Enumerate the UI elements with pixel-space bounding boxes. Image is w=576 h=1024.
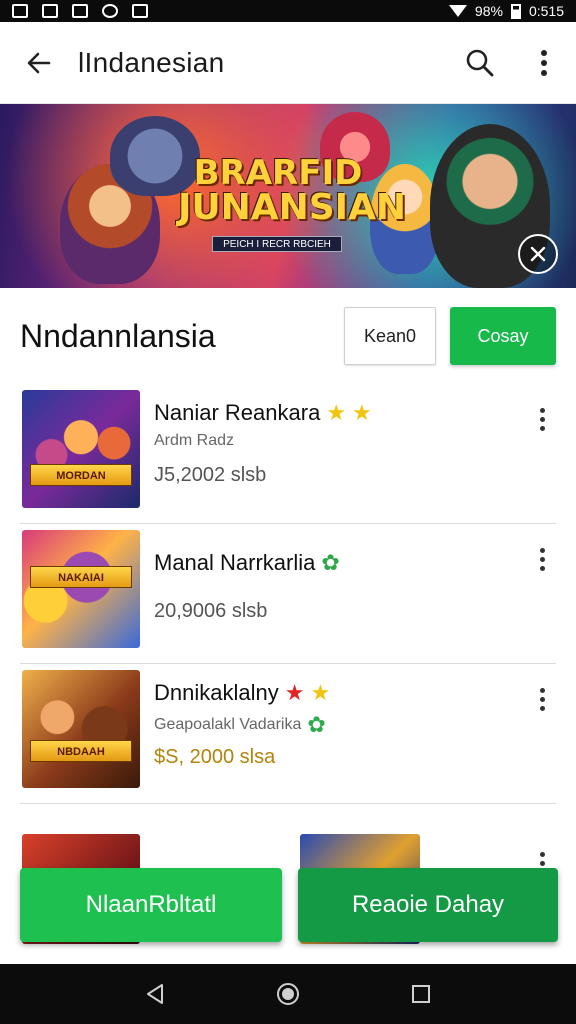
battery-icon (510, 3, 521, 19)
item-subtitle: Ardm Radz (154, 432, 235, 449)
item-title-row: Dnnikaklalny ★ ★ (154, 680, 516, 706)
item-title-row: Naniar Reankara ★ ★ (154, 400, 516, 426)
game-thumbnail: MORDAN (22, 390, 140, 508)
outline-button[interactable]: Kean0 (344, 307, 436, 365)
secondary-bottom-button[interactable]: Reaoie Dahay (298, 868, 558, 942)
list-item[interactable]: NBDAAH Dnnikaklalny ★ ★ Geapoalakl Vadar… (20, 664, 556, 804)
banner-title-line2: JUNANSIAN (178, 187, 407, 228)
close-icon (530, 246, 546, 262)
search-icon (466, 49, 494, 76)
thumbnail-caption: MORDAN (30, 464, 132, 486)
battery-percent: 98% (474, 3, 503, 19)
item-menu-button[interactable] (530, 544, 554, 574)
overflow-menu-button[interactable] (512, 22, 576, 104)
item-title-row: Manal Narrkarlia ✿ (154, 550, 516, 576)
list-item[interactable]: MORDAN Naniar Reankara ★ ★ Ardm Radz J5,… (20, 384, 556, 524)
thumbnail-caption: NBDAAH (30, 740, 132, 762)
item-menu-button[interactable] (530, 404, 554, 434)
system-nav-bar (0, 964, 576, 1024)
clover-icon: ✿ (307, 712, 326, 737)
item-subtitle-row: Geapoalakl Vadarika ✿ (154, 712, 516, 738)
item-price: 20,9006 slsb (154, 600, 268, 622)
game-notification-icon (132, 4, 148, 18)
item-title: Dnnikaklalny (154, 680, 279, 705)
home-circle-icon[interactable] (275, 981, 301, 1007)
section-header: Nndannlansia Kean0 Cosay (0, 288, 576, 384)
app-title: lIndanesian (78, 46, 225, 78)
list-item[interactable]: NAKAIAI Manal Narrkarlia ✿ 20,9006 slsb (20, 524, 556, 664)
status-bar: 98% 0:515 (0, 0, 576, 22)
section-title: Nndannlansia (20, 317, 216, 354)
message-notification-icon (72, 4, 88, 18)
item-price: $S, 2000 slsa (154, 746, 276, 768)
app-bar: lIndanesian (0, 22, 576, 104)
image-notification-icon (12, 4, 28, 18)
game-list: MORDAN Naniar Reankara ★ ★ Ardm Radz J5,… (0, 384, 576, 944)
item-price: J5,2002 slsb (154, 464, 267, 486)
thumbnail-caption: NAKAIAI (30, 566, 132, 588)
star-icon: ★ (310, 680, 331, 705)
item-subtitle: Geapoalakl Vadarika (154, 716, 302, 733)
clock: 0:515 (528, 3, 564, 19)
banner-close-button[interactable] (518, 234, 558, 274)
item-menu-button[interactable] (530, 684, 554, 714)
star-icon: ★ (352, 400, 372, 425)
more-vert-icon (541, 49, 547, 76)
banner-title-line1: BRARFID (193, 153, 363, 193)
game-thumbnail: NAKAIAI (22, 530, 140, 648)
arrow-back-icon (27, 52, 51, 73)
smiley-notification-icon (102, 4, 118, 18)
back-triangle-icon[interactable] (144, 982, 166, 1006)
notification-icons (12, 4, 148, 18)
banner-subtitle: PEICH I RECR RBCIEH (212, 236, 342, 252)
recents-square-icon[interactable] (410, 983, 432, 1005)
search-button[interactable] (448, 22, 512, 104)
green-action-button[interactable]: Cosay (450, 307, 556, 365)
clover-icon: ✿ (321, 550, 340, 575)
promo-banner[interactable]: BRARFID JUNANSIAN PEICH I RECR RBCIEH (0, 104, 576, 288)
primary-bottom-button[interactable]: NlaanRbltatl (20, 868, 282, 942)
wifi-icon (448, 5, 467, 17)
star-icon: ★ (326, 400, 347, 425)
game-thumbnail: NBDAAH (22, 670, 140, 788)
item-title: Naniar Reankara (154, 400, 321, 425)
star-icon: ★ (284, 680, 305, 705)
item-title: Manal Narrkarlia (154, 550, 316, 575)
back-button[interactable] (0, 22, 78, 104)
banner-title: BRARFID JUNANSIAN (178, 153, 407, 228)
app-notification-icon (42, 4, 58, 18)
